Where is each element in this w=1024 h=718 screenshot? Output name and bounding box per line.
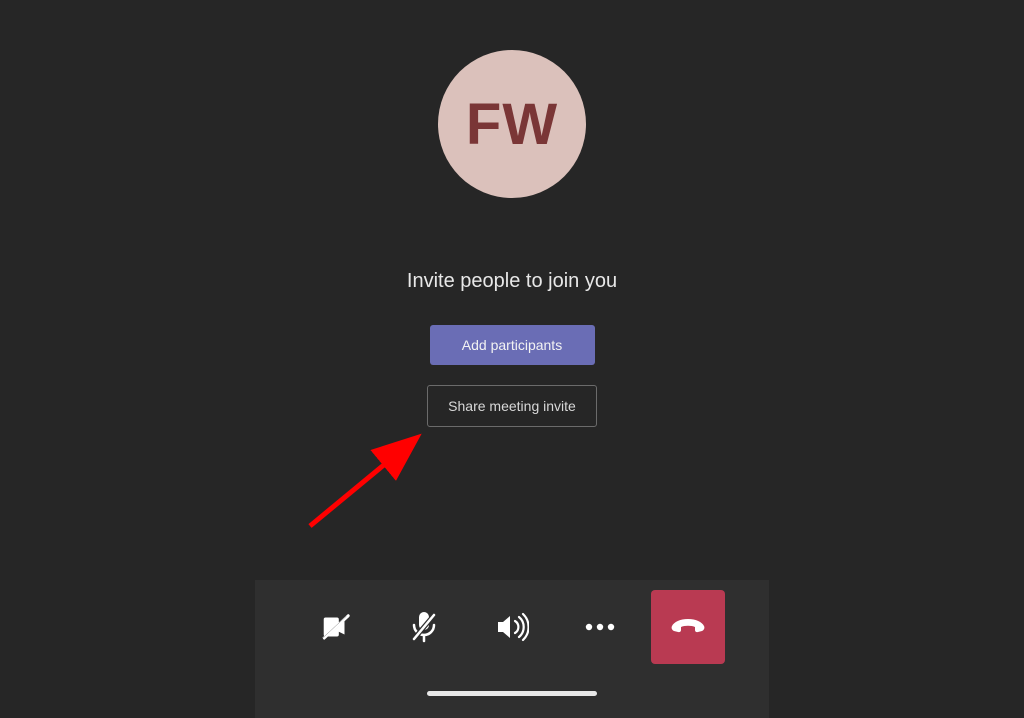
invite-heading: Invite people to join you xyxy=(407,270,617,293)
call-controls-bar xyxy=(255,580,769,718)
more-options-button[interactable] xyxy=(563,590,637,664)
speaker-icon xyxy=(495,612,529,642)
hang-up-button[interactable] xyxy=(651,590,725,664)
share-meeting-invite-button[interactable]: Share meeting invite xyxy=(427,385,597,427)
annotation-arrow xyxy=(302,428,432,538)
avatar-initials: FW xyxy=(466,91,558,158)
avatar: FW xyxy=(438,50,586,198)
meeting-lobby: FW Invite people to join you Add partici… xyxy=(0,0,1024,427)
speaker-button[interactable] xyxy=(475,590,549,664)
home-indicator[interactable] xyxy=(427,691,597,696)
more-icon xyxy=(585,623,615,631)
mic-off-icon xyxy=(409,610,439,644)
add-participants-button[interactable]: Add participants xyxy=(430,325,595,365)
hang-up-icon xyxy=(670,617,706,637)
controls-row xyxy=(299,580,725,664)
mic-toggle-button[interactable] xyxy=(387,590,461,664)
camera-off-icon xyxy=(319,610,353,644)
camera-toggle-button[interactable] xyxy=(299,590,373,664)
